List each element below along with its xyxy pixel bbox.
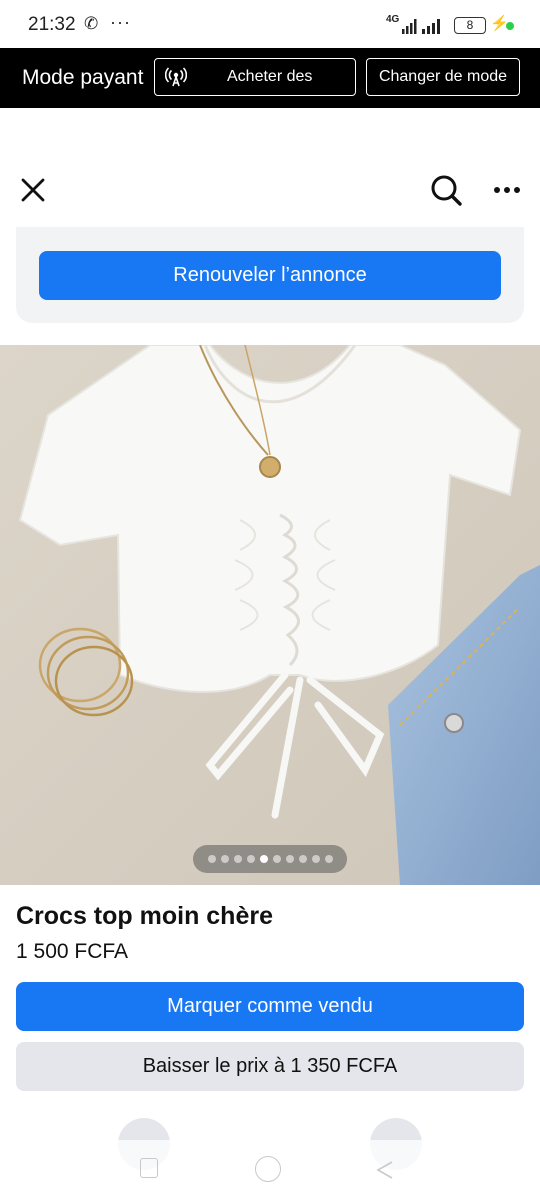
signal-icon-2 [422,19,440,34]
close-icon[interactable] [18,175,48,205]
mode-bar: Mode payant Acheter des Changer de mode [0,48,540,108]
pager-dot[interactable] [285,855,294,863]
status-dot-icon [506,22,514,30]
buy-button[interactable]: Acheter des [154,58,356,96]
pager-dot[interactable] [246,855,255,863]
recent-apps-icon[interactable] [140,1158,158,1178]
lower-price-button[interactable]: Baisser le prix à 1 350 FCFA [16,1042,524,1091]
more-dots: ··· [110,12,131,32]
network-type: 4G [386,14,400,25]
change-mode-button[interactable]: Changer de mode [366,58,520,96]
pager-dot[interactable] [220,855,229,863]
pager-dot[interactable] [311,855,320,863]
phone-icon: ✆ [84,14,99,33]
search-icon[interactable] [428,172,464,208]
renew-listing-button[interactable]: Renouveler l’annonce [39,251,501,300]
product-photo[interactable] [0,345,540,885]
status-time: 21:32 [28,14,76,35]
back-icon[interactable] [372,1158,396,1182]
pager-dot[interactable] [207,855,216,863]
mode-label: Mode payant [22,66,144,89]
battery-indicator: 8 [454,17,486,34]
pager-dot-active[interactable] [259,855,268,863]
pager-dot[interactable] [324,855,333,863]
broadcast-icon [165,67,187,87]
listing-price: 1 500 FCFA [16,940,129,963]
renew-card: Renouveler l’annonce [16,227,524,323]
pager-dot[interactable] [272,855,281,863]
mark-sold-button[interactable]: Marquer comme vendu [16,982,524,1031]
pager-dot[interactable] [298,855,307,863]
system-nav-bar [0,1140,540,1200]
buy-button-label: Acheter des [227,68,313,85]
more-horizontal-icon[interactable] [490,180,524,200]
signal-icon [402,19,417,34]
image-pager[interactable] [193,845,347,873]
home-icon[interactable] [255,1156,281,1182]
pager-dot[interactable] [233,855,242,863]
listing-title: Crocs top moin chère [16,902,273,930]
product-photo-illustration [0,345,540,885]
status-bar: 21:32 ✆ ··· 4G 8 ⚡ [0,0,540,48]
